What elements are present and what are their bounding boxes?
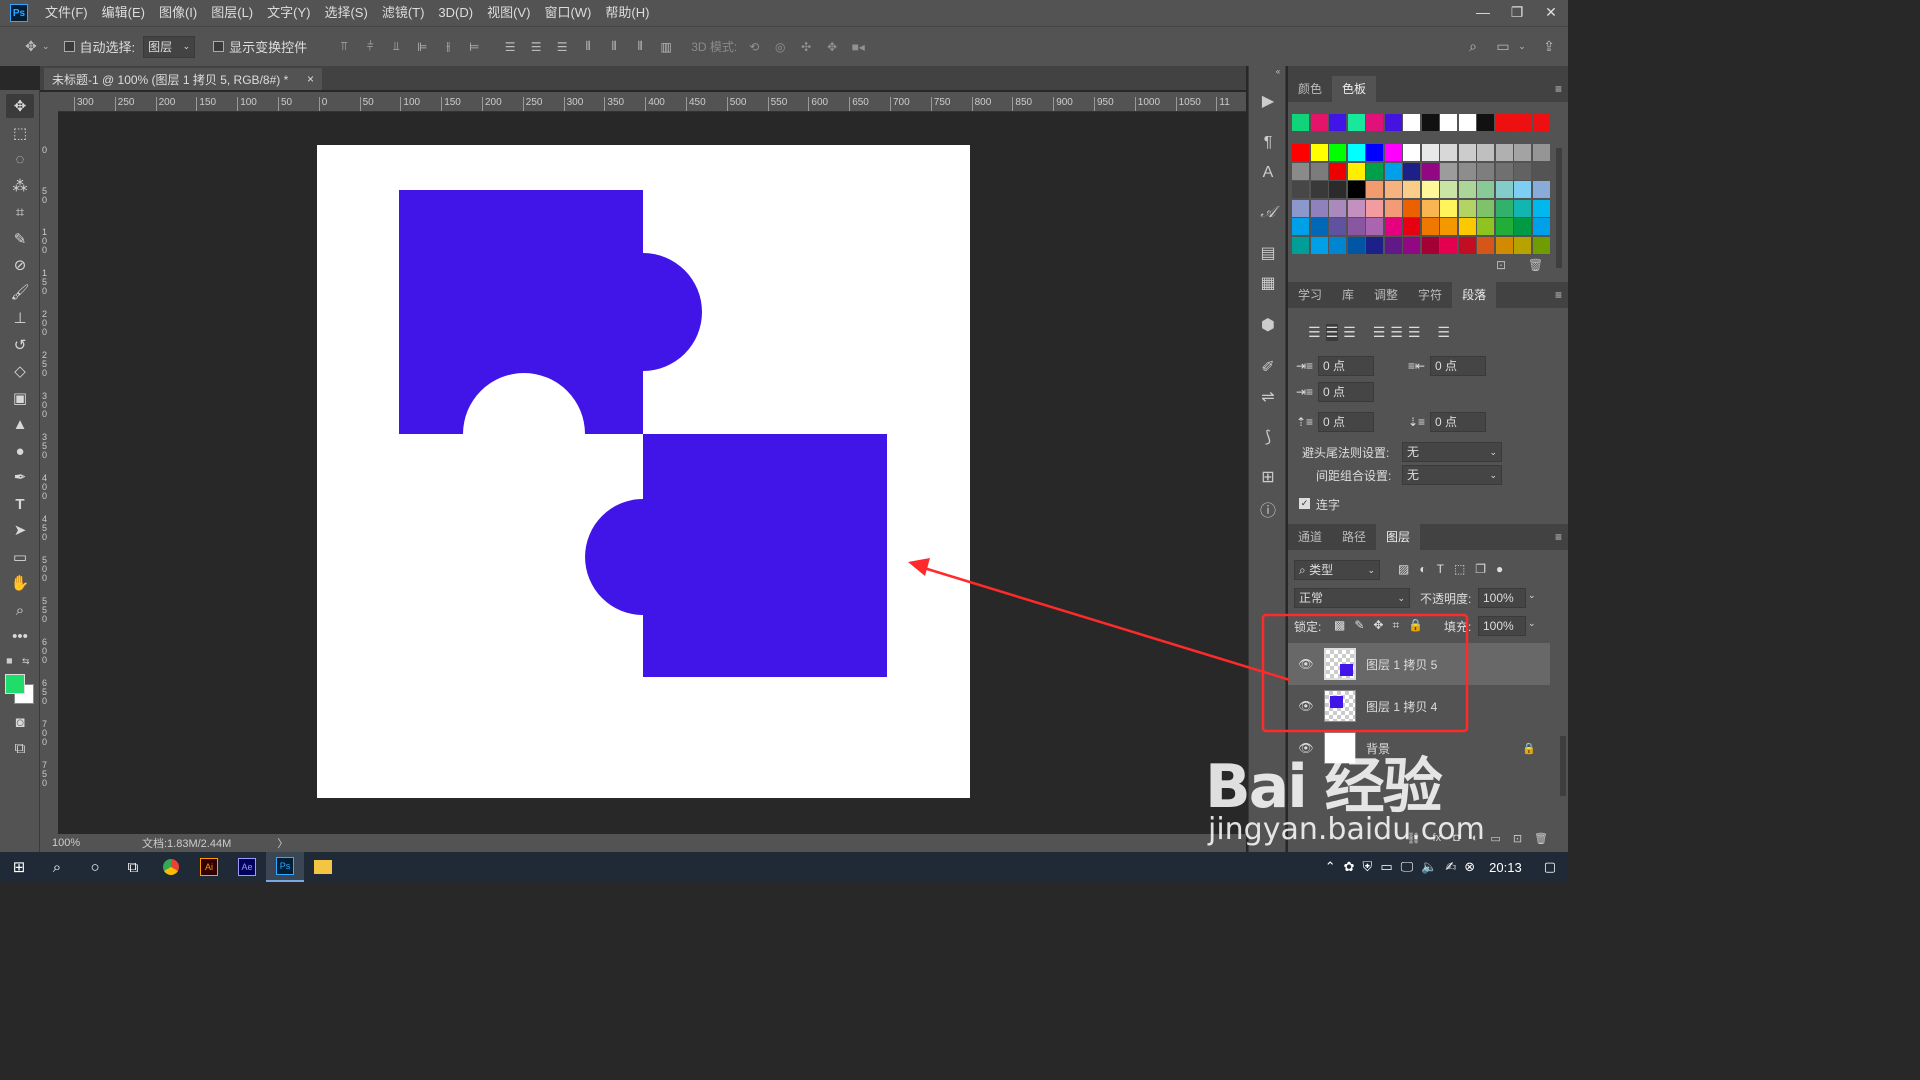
tray-expand-icon[interactable]: ⌃ bbox=[1325, 859, 1336, 875]
tray-app-icon[interactable]: ✿ bbox=[1344, 859, 1355, 875]
windows-start-icon[interactable]: ⊞ bbox=[0, 852, 38, 882]
network-icon[interactable]: 🖵 bbox=[1401, 859, 1414, 875]
file-explorer-icon[interactable] bbox=[304, 852, 342, 882]
aftereffects-icon: Ae bbox=[238, 858, 256, 876]
annotation-arrow-line bbox=[923, 566, 1291, 682]
battery-icon[interactable]: ▭ bbox=[1380, 859, 1392, 875]
task-view-icon[interactable]: ⧉ bbox=[114, 852, 152, 882]
cortana-icon[interactable]: ○ bbox=[76, 852, 114, 882]
notification-icon[interactable]: ▢ bbox=[1544, 859, 1556, 875]
security-icon[interactable]: ⛨ bbox=[1363, 859, 1373, 875]
aftereffects-app-button[interactable]: Ae bbox=[228, 852, 266, 882]
close-circle-icon[interactable]: ⊗ bbox=[1464, 859, 1475, 875]
annotation-arrowhead bbox=[908, 558, 930, 576]
photoshop-app-button[interactable]: Ps bbox=[266, 852, 304, 882]
chrome-icon[interactable] bbox=[152, 852, 190, 882]
illustrator-icon: Ai bbox=[200, 858, 218, 876]
system-tray: ⌃ ✿ ⛨ ▭ 🖵 🔈 ✍ ⊗ 20:13 ▢ bbox=[1325, 852, 1568, 882]
annotation-overlay bbox=[908, 558, 1469, 733]
windows-taskbar: ⊞ ⌕ ○ ⧉ Ai Ae Ps ⌃ ✿ ⛨ ▭ 🖵 🔈 ✍ ⊗ 20:13 ▢ bbox=[0, 852, 1568, 882]
search-icon[interactable]: ⌕ bbox=[38, 852, 76, 882]
photoshop-icon: Ps bbox=[276, 857, 294, 875]
clock[interactable]: 20:13 bbox=[1489, 860, 1522, 875]
volume-icon[interactable]: 🔈 bbox=[1421, 859, 1437, 875]
annotation-highlight-box bbox=[1261, 613, 1469, 733]
pen-icon[interactable]: ✍ bbox=[1445, 859, 1456, 875]
illustrator-app-button[interactable]: Ai bbox=[190, 852, 228, 882]
